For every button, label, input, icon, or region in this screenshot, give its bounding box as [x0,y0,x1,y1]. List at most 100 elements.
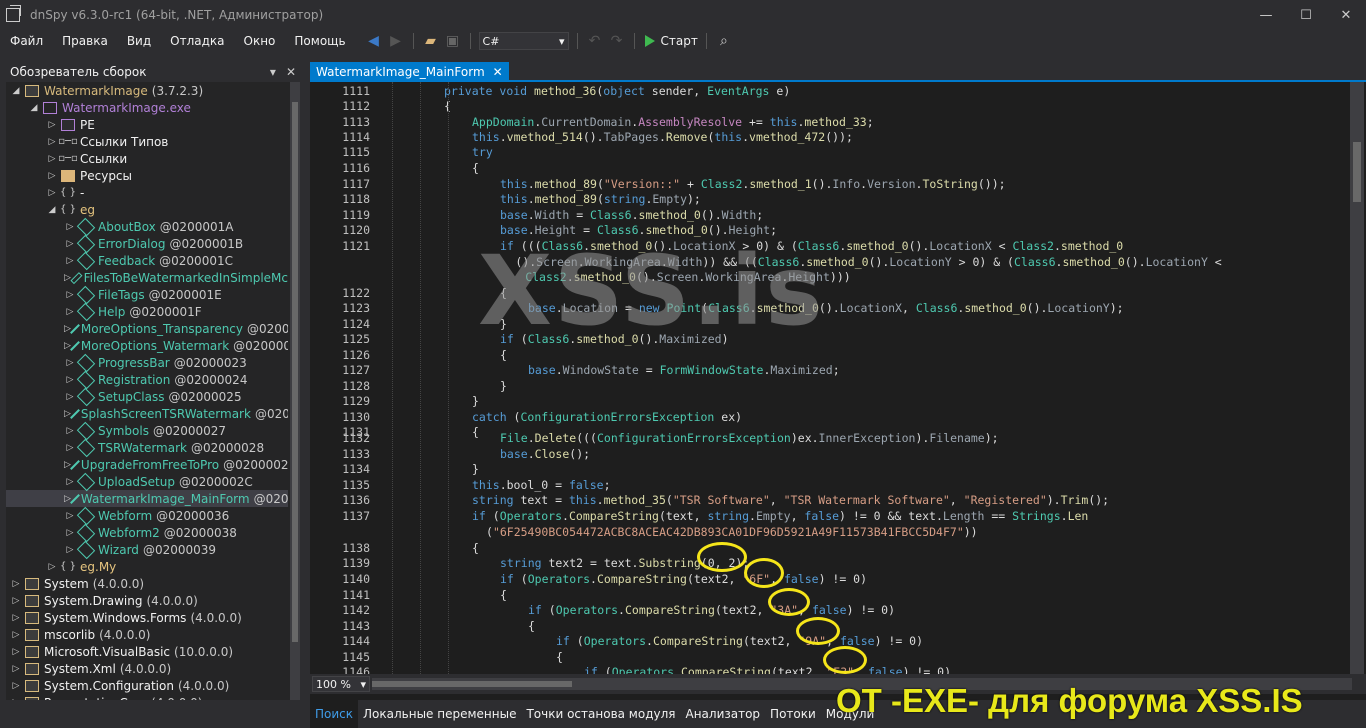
tree-node[interactable]: ▷ AboutBox @0200001A [6,217,288,236]
expand-arrow-icon[interactable]: ▷ [64,528,76,538]
expand-arrow-icon[interactable]: ▷ [64,239,76,249]
expand-arrow-icon[interactable]: ▷ [46,137,58,147]
expand-arrow-icon[interactable]: ▷ [64,477,76,487]
expand-arrow-icon[interactable]: ▷ [46,188,58,198]
search-icon[interactable]: ⌕ [715,32,733,50]
tree-node[interactable]: ▷ PE [6,116,288,133]
back-icon[interactable]: ◀ [365,32,383,50]
expand-arrow-icon[interactable]: ▷ [10,613,22,623]
tree-node[interactable]: ▷ Help @0200001F [6,302,288,321]
open-folder-icon[interactable]: ▰ [422,32,440,50]
menu-window[interactable]: Окно [234,34,285,48]
minimize-button[interactable]: — [1246,0,1286,30]
tab-search[interactable]: Поиск [310,700,359,728]
expand-arrow-icon[interactable]: ▷ [10,630,22,640]
tree-node[interactable]: ▷ System.Windows.Forms (4.0.0.0) [6,609,288,626]
chevron-down-icon[interactable]: ▾ [270,65,276,79]
expand-arrow-icon[interactable]: ▷ [64,290,76,300]
tree-node[interactable]: ▷ Microsoft.VisualBasic (10.0.0.0) [6,643,288,660]
tree-node[interactable]: ▷ System.Configuration (4.0.0.0) [6,677,288,694]
menu-view[interactable]: Вид [117,34,160,48]
tab-threads[interactable]: Потоки [765,700,821,728]
expand-arrow-icon[interactable]: ▷ [64,358,76,368]
forward-icon[interactable]: ▶ [387,32,405,50]
zoom-select[interactable]: 100 % ▾ [312,676,370,692]
expand-arrow-icon[interactable]: ▷ [64,256,76,266]
code-vertical-scrollbar[interactable] [1350,82,1364,674]
tree-node[interactable]: ▷ UploadSetup @0200002C [6,472,288,491]
tree-node[interactable]: ▷{ } - [6,184,288,201]
collapse-arrow-icon[interactable]: ◢ [28,103,40,113]
expand-arrow-icon[interactable]: ▷ [10,596,22,606]
tree-node[interactable]: ▷ ProgressBar @02000023 [6,353,288,372]
expand-arrow-icon[interactable]: ▷ [64,511,76,521]
tree-node[interactable]: ◢ WatermarkImage.exe [6,99,288,116]
tab-analyzer[interactable]: Анализатор [680,700,765,728]
tree-node[interactable]: ▷ Ресурсы [6,167,288,184]
expand-arrow-icon[interactable]: ▷ [64,426,76,436]
tree-node[interactable]: ◢{ } eg [6,201,288,218]
menu-edit[interactable]: Правка [52,34,117,48]
tree-node[interactable]: ▷ Feedback @0200001C [6,251,288,270]
expand-arrow-icon[interactable]: ▷ [64,392,76,402]
tree-node[interactable]: ◢ WatermarkImage (3.7.2.3) [6,82,288,99]
tree-node[interactable]: ▷ Webform @02000036 [6,506,288,525]
collapse-arrow-icon[interactable]: ◢ [10,86,22,96]
expand-arrow-icon[interactable]: ▷ [64,545,76,555]
tree-node[interactable]: ▷{ } eg.My [6,558,288,575]
tree-node[interactable]: ▷ System (4.0.0.0) [6,575,288,592]
tree-scroll-thumb[interactable] [292,102,298,642]
tree-node[interactable]: ▷ Wizard @02000039 [6,540,288,559]
expand-arrow-icon[interactable]: ▷ [46,562,58,572]
tree-node[interactable]: ▷SplashScreenTSRWatermark@0200 [6,405,288,422]
code-view[interactable]: 1111 private void method_36(object sender… [310,82,1350,674]
menu-debug[interactable]: Отладка [160,34,233,48]
save-icon[interactable]: ▣ [444,32,462,50]
maximize-button[interactable]: ☐ [1286,0,1326,30]
start-button[interactable]: Старт [644,34,698,48]
expand-arrow-icon[interactable]: ▷ [64,307,76,317]
tree-node[interactable]: ▷ ▫─▫ Ссылки Типов [6,133,288,150]
code-scroll-thumb[interactable] [1353,142,1361,202]
tree-node[interactable]: ▷ Registration @02000024 [6,370,288,389]
expand-arrow-icon[interactable]: ▷ [46,120,58,130]
tree-node[interactable]: ▷ UpgradeFromFreeToPro @0200002 [6,456,288,473]
redo-icon[interactable]: ↷ [608,32,626,50]
tree-scrollbar[interactable] [290,82,300,708]
tree-node[interactable]: ▷ ErrorDialog @0200001B [6,234,288,253]
close-button[interactable]: ✕ [1326,0,1366,30]
tab-locals[interactable]: Локальные переменные [358,700,521,728]
tab-watermarkimage-mainform[interactable]: WatermarkImage_MainForm ✕ [310,62,509,82]
tree-node[interactable]: ▷ MoreOptions_Watermark @020000 [6,337,288,354]
code-hscroll-thumb[interactable] [372,681,572,687]
tree-node[interactable]: ▷ Webform2 @02000038 [6,523,288,542]
tree-node[interactable]: ▷ FileTags @0200001E [6,285,288,304]
tree-node[interactable]: ▷ SetupClass @02000025 [6,387,288,406]
tab-module-breakpoints[interactable]: Точки останова модуля [521,700,680,728]
expand-arrow-icon[interactable]: ▷ [64,222,76,232]
tree-node[interactable]: ▷ TSRWatermark @02000028 [6,438,288,457]
menu-help[interactable]: Помощь [284,34,354,48]
expand-arrow-icon[interactable]: ▷ [64,443,76,453]
expand-arrow-icon[interactable]: ▷ [64,375,76,385]
expand-arrow-icon[interactable]: ▷ [10,647,22,657]
language-select[interactable]: C# ▾ [478,32,569,50]
tree-node[interactable]: ▷ System.Xml (4.0.0.0) [6,660,288,677]
close-icon[interactable]: ✕ [493,65,503,79]
expand-arrow-icon[interactable]: ▷ [46,171,58,181]
tree-node[interactable]: ▷ System.Drawing (4.0.0.0) [6,592,288,609]
tree-node[interactable]: ▷ ▫─▫ Ссылки [6,150,288,167]
close-icon[interactable]: ✕ [286,65,296,79]
menu-file[interactable]: Файл [0,34,52,48]
collapse-arrow-icon[interactable]: ◢ [46,205,58,215]
tree-node[interactable]: ▷ FilesToBeWatermarkedInSimpleMc [6,269,288,286]
expand-arrow-icon[interactable]: ▷ [46,154,58,164]
expand-arrow-icon[interactable]: ▷ [10,681,22,691]
tree-node[interactable]: ▷ mscorlib (4.0.0.0) [6,626,288,643]
tree-node[interactable]: ▷ Symbols @02000027 [6,421,288,440]
undo-icon[interactable]: ↶ [586,32,604,50]
tree-node[interactable]: ▷ MoreOptions_Transparency @0200 [6,320,288,337]
expand-arrow-icon[interactable]: ▷ [10,579,22,589]
expand-arrow-icon[interactable]: ▷ [10,664,22,674]
tree-node[interactable]: ▷ WatermarkImage_MainForm @020 [6,490,288,507]
